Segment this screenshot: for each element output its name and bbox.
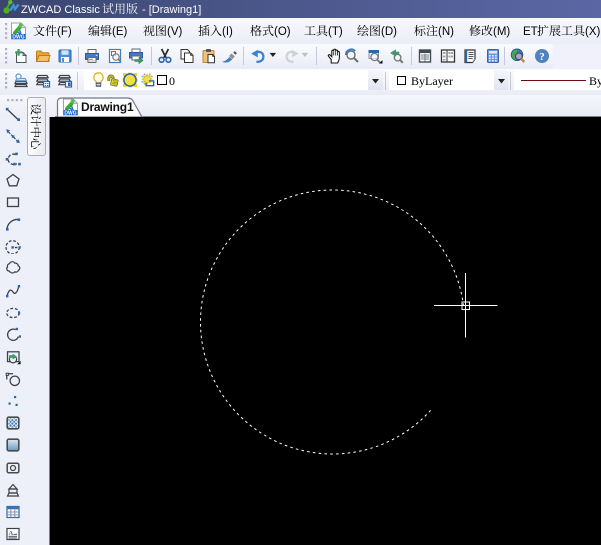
svg-text:DWG: DWG <box>12 34 24 40</box>
svg-text:DWG: DWG <box>64 110 76 116</box>
svg-text:?: ? <box>539 51 545 63</box>
